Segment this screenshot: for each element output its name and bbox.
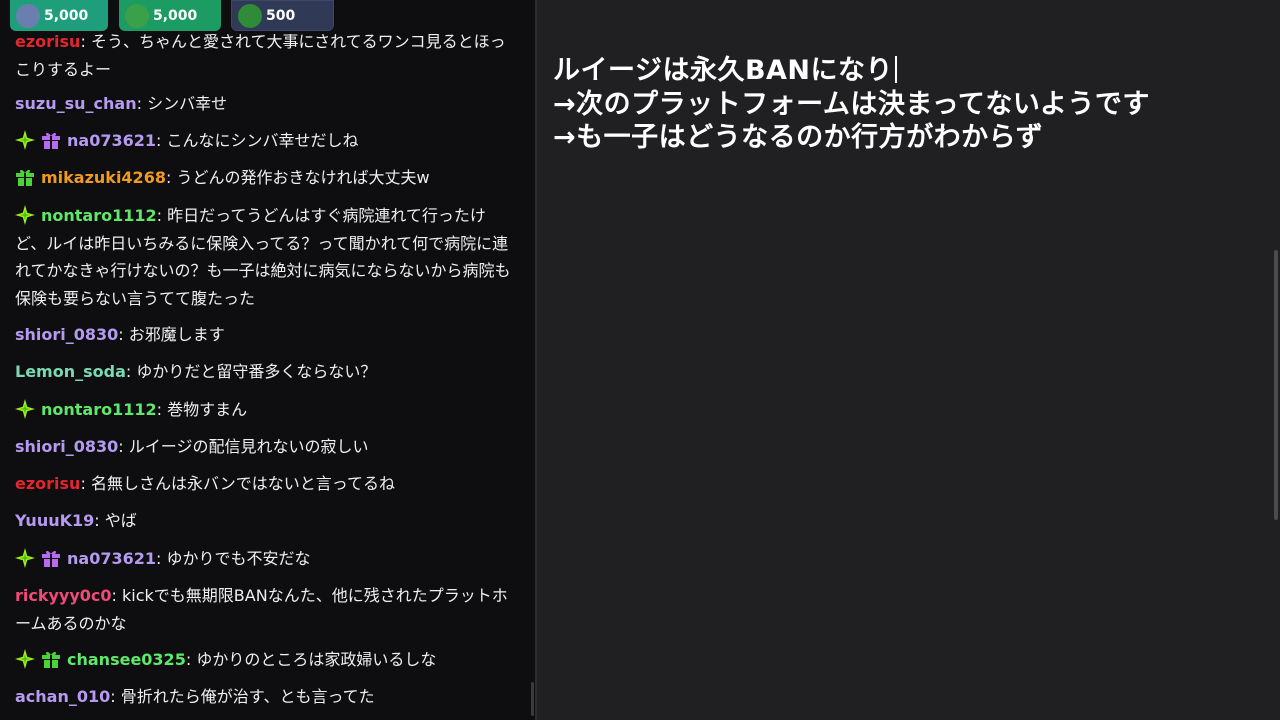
chat-message[interactable]: na073621: こんなにシンバ幸せだしね [15,127,515,155]
chat-username[interactable]: YuuuK19 [15,511,94,530]
chat-message[interactable]: ezorisu: 名無しさんは永バンではないと言ってるね [15,470,515,498]
chat-username[interactable]: rickyyy0c0 [15,586,112,605]
chat-separator: : [185,650,197,669]
leaderboard-avatar [238,3,262,28]
chat-username[interactable]: ezorisu [15,474,80,493]
leaderboard-value: 500 [266,7,296,24]
notes-panel[interactable]: ルイージは永久BANになり →次のプラットフォームは決まってないようです →も一… [537,0,1280,720]
chat-separator: : [156,206,168,225]
chat-text: お邪魔します [128,325,225,344]
sparkle-badge-icon [15,399,35,419]
chat-text: うどんの発作おきなければ大丈夫w [176,168,430,187]
notes-scrollbar[interactable] [1274,250,1278,520]
chat-username[interactable]: Lemon_soda [15,362,126,381]
gift-badge-icon [42,550,60,567]
chat-separator: : [155,131,167,150]
chat-text: 名無しさんは永バンではないと言ってるね [90,474,395,493]
chat-separator: : [111,586,123,605]
chat-text: こんなにシンバ幸せだしね [166,131,359,150]
chat-username[interactable]: shiori_0830 [15,325,118,344]
chat-message[interactable]: YuuuK19: やば [15,507,515,535]
chat-text: 骨折れたら俺が治す、とも言ってた [120,687,375,706]
chat-username[interactable]: ezorisu [15,32,80,51]
chat-text: ルイージの配信見れないの寂しい [128,437,369,456]
chat-text: ゆかりでも不安だな [166,549,311,568]
chat-separator: : [136,94,148,113]
chat-message[interactable]: shiori_0830: お邪魔します [15,321,515,349]
leaderboard-avatar [16,3,40,28]
chat-username[interactable]: achan_010 [15,687,110,706]
sparkle-badge-icon [15,130,35,150]
chat-username[interactable]: na073621 [67,549,156,568]
chat-message[interactable]: achan_010: 骨折れたら俺が治す、とも言ってた [15,683,515,711]
gift-badge-icon [16,169,34,186]
sparkle-badge-icon [15,649,35,669]
sparkle-badge-icon [15,205,35,225]
chat-message[interactable]: Lemon_soda: ゆかりだと留守番多くならない？ [15,358,515,386]
text-caret [895,56,898,83]
leaderboard-bar: 5,000 5,000 500 [0,0,535,34]
note-line: →も一子はどうなるのか行方がわからず [553,122,1044,153]
chat-text: 巻物すまん [167,400,248,419]
gift-badge-icon [42,132,60,149]
chat-panel: ezorisu: そう、ちゃんと愛されて大事にされてるワンコ見るとほっこりするよ… [0,0,535,720]
chat-message[interactable]: nontaro1112: 巻物すまん [15,396,515,424]
chat-text: ゆかりのところは家政婦いるしな [196,650,437,669]
chat-username[interactable]: na073621 [67,131,156,150]
chat-message[interactable]: na073621: ゆかりでも不安だな [15,545,515,573]
leaderboard-entry[interactable]: 5,000 [119,0,221,31]
chat-username[interactable]: nontaro1112 [41,400,157,419]
chat-message[interactable]: suzu_su_chan: シンバ幸せ [15,90,515,118]
chat-separator: : [155,549,167,568]
app-root: ezorisu: そう、ちゃんと愛されて大事にされてるワンコ見るとほっこりするよ… [0,0,1280,720]
chat-text: ゆかりだと留守番多くならない？ [136,362,377,381]
leaderboard-entry[interactable]: 5,000 [10,0,108,31]
chat-username[interactable]: nontaro1112 [41,206,157,225]
chat-separator: : [125,362,137,381]
chat-message[interactable]: ezorisu: そう、ちゃんと愛されて大事にされてるワンコ見るとほっこりするよ… [15,28,515,83]
chat-message[interactable]: nontaro1112: 昨日だってうどんはすぐ病院連れて行ったけど、ルイは昨日… [15,202,515,312]
sparkle-badge-icon [15,548,35,568]
leaderboard-value: 5,000 [44,7,89,24]
chat-username[interactable]: suzu_su_chan [15,94,137,113]
chat-separator: : [110,687,121,706]
chat-separator: : [94,511,105,530]
chat-separator: : [80,32,91,51]
leaderboard-value: 5,000 [153,7,198,24]
chat-text: やば [104,511,137,530]
chat-separator: : [165,168,177,187]
chat-message[interactable]: shiori_0830: ルイージの配信見れないの寂しい [15,433,515,461]
chat-message[interactable]: mikazuki4268: うどんの発作おきなければ大丈夫w [15,164,515,192]
chat-message[interactable]: rickyyy0c0: kickでも無期限BANなんた、他に残されたプラットホー… [15,582,515,637]
chat-separator: : [118,437,129,456]
chat-message[interactable]: chansee0325: ゆかりのところは家政婦いるしな [15,646,515,674]
leaderboard-avatar [125,3,149,28]
leaderboard-entry[interactable]: 500 [231,0,334,31]
chat-separator: : [80,474,91,493]
chat-separator: : [118,325,129,344]
chat-username[interactable]: mikazuki4268 [41,168,166,187]
chat-text: シンバ幸せ [147,94,228,113]
chat-username[interactable]: shiori_0830 [15,437,118,456]
gift-badge-icon [42,651,60,668]
chat-username[interactable]: chansee0325 [67,650,186,669]
chat-scrollbar[interactable] [531,682,534,716]
chat-separator: : [156,400,168,419]
